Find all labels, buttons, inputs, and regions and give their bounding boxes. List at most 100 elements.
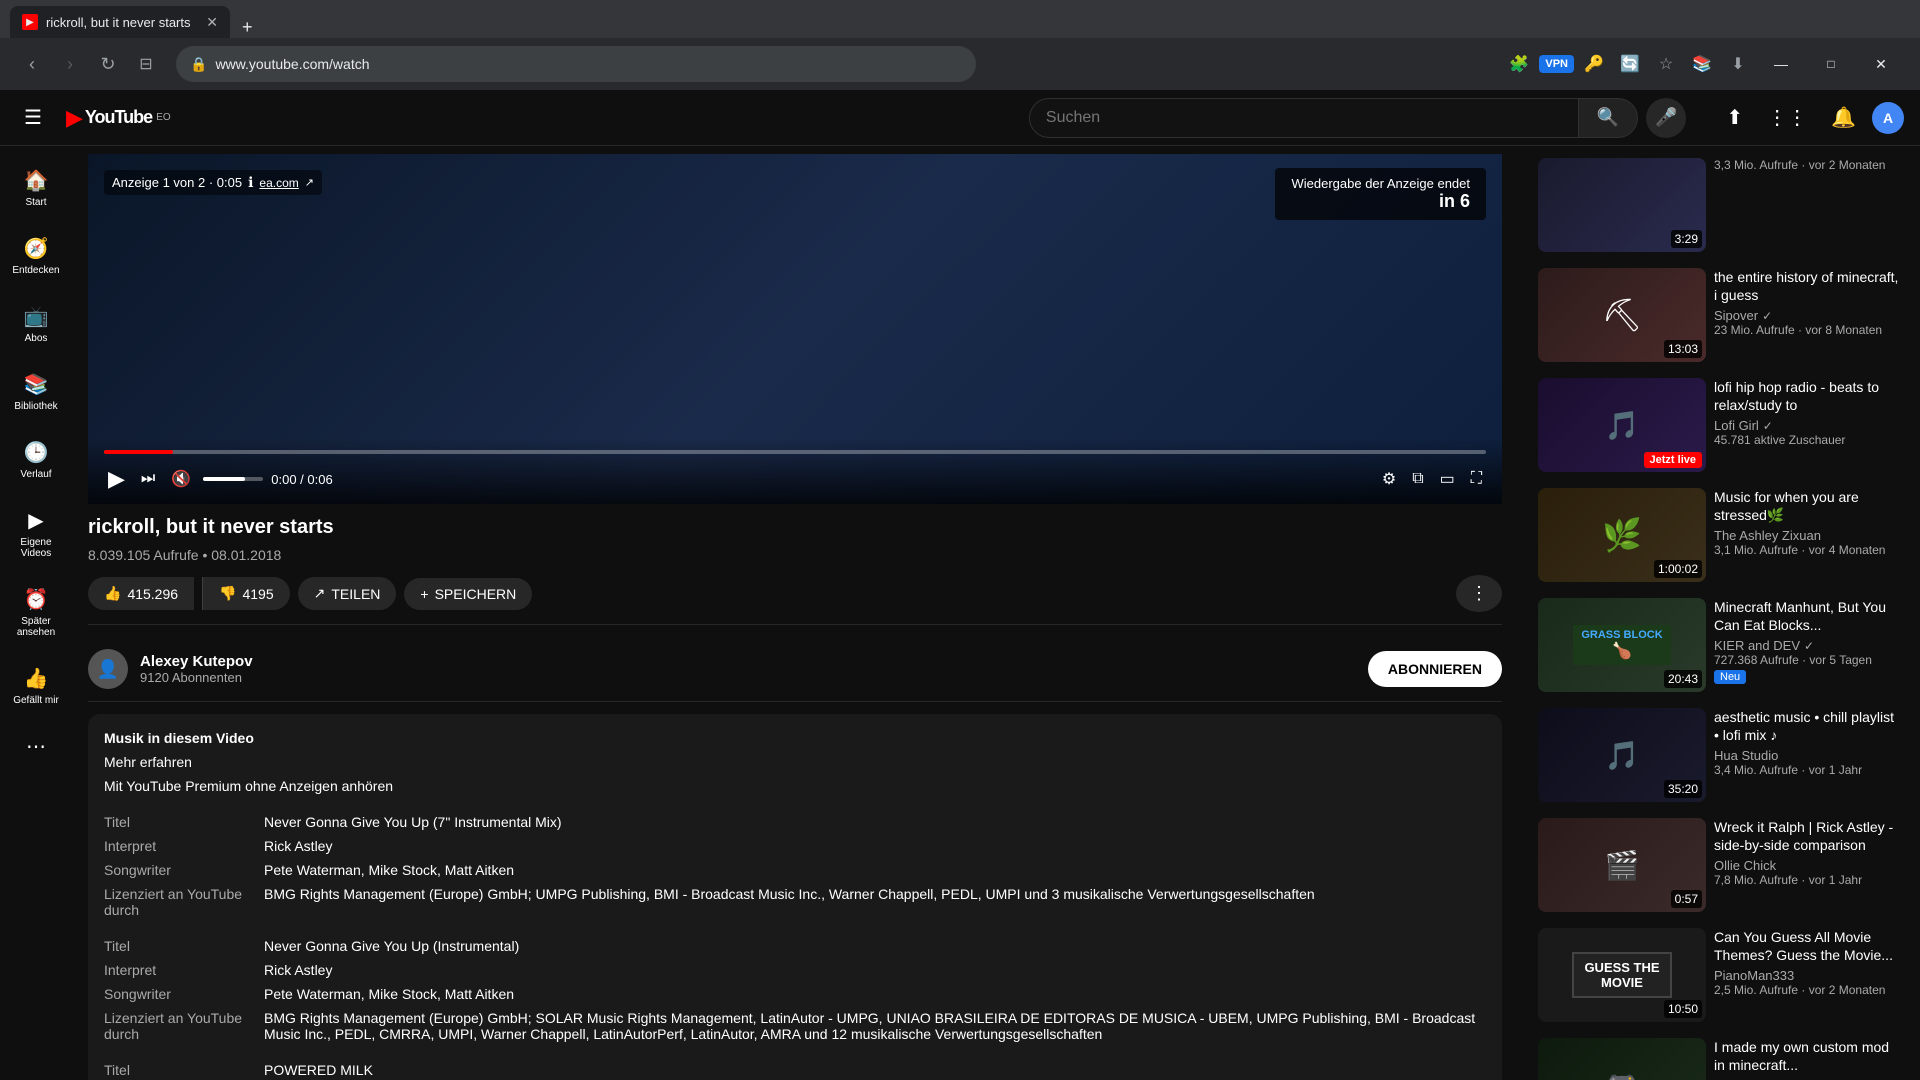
sidebar-item-library[interactable]: 📚 Bibliothek <box>0 358 72 426</box>
bookmark-manager-button[interactable]: 📚 <box>1686 48 1718 80</box>
rec-item-8[interactable]: 🎮 11:48 I made my own custom mod in mine… <box>1534 1034 1904 1080</box>
upload-button[interactable]: ⬆ <box>1718 97 1751 138</box>
watch-later-label: Später ansehen <box>4 616 68 638</box>
mute-button[interactable]: 🔇 <box>167 465 195 493</box>
watch-later-icon: ⏰ <box>24 587 49 612</box>
sidebar-item-watch-later[interactable]: ⏰ Später ansehen <box>0 573 72 652</box>
rec-item-3[interactable]: 🌿 1:00:02 Music for when you are stresse… <box>1534 484 1904 586</box>
sidebar-item-history[interactable]: 🕒 Verlauf <box>0 426 72 494</box>
hamburger-menu-button[interactable]: ☰ <box>16 97 50 138</box>
music-value-artist-1: Rick Astley <box>264 834 1486 858</box>
sidebar-item-explore[interactable]: 🧭 Entdecken <box>0 222 72 290</box>
close-window-button[interactable]: ✕ <box>1858 48 1904 80</box>
music-value-titel-1: Never Gonna Give You Up (7" Instrumental… <box>264 810 1486 834</box>
channel-subscribers: 9120 Abonnenten <box>140 670 1356 685</box>
theater-button[interactable]: ▭ <box>1436 465 1459 493</box>
progress-bar[interactable] <box>104 450 1486 454</box>
music-label-titel-2: Titel <box>104 934 264 958</box>
ad-source[interactable]: ea.com <box>259 176 298 190</box>
volume-slider[interactable] <box>203 477 263 481</box>
sidebar-item-videos[interactable]: ▶ Eigene Videos <box>0 494 72 573</box>
channel-name[interactable]: Alexey Kutepov <box>140 653 1356 670</box>
sidebar-item-more[interactable]: ⋯ <box>0 720 72 773</box>
ad-notice: Anzeige 1 von 2 · 0:05 ℹ ea.com ↗ <box>104 170 322 195</box>
music-label-titel-3: Titel <box>104 1058 264 1080</box>
minimize-button[interactable]: — <box>1758 48 1804 80</box>
subscriptions-icon: 📺 <box>24 304 49 329</box>
active-tab[interactable]: ▶ rickroll, but it never starts ✕ <box>10 6 230 38</box>
search-button[interactable]: 🔍 <box>1579 98 1638 138</box>
left-sidebar: 🏠 Start 🧭 Entdecken 📺 Abos 📚 Bibliothek … <box>0 146 72 1080</box>
sidebar-item-liked[interactable]: 👍 Gefällt mir <box>0 652 72 720</box>
rec-item-4[interactable]: GRASS BLOCK🍗 20:43 Minecraft Manhunt, Bu… <box>1534 594 1904 696</box>
rec-item-5[interactable]: 🎵 35:20 aesthetic music • chill playlist… <box>1534 704 1904 806</box>
rec-duration-3: 1:00:02 <box>1654 560 1702 578</box>
music-row-license-1: Lizenziert an YouTube durch BMG Rights M… <box>104 882 1486 922</box>
avatar-icon: 👤 <box>97 659 119 680</box>
apps-grid-button[interactable]: ⋮⋮ <box>1759 97 1815 138</box>
rec-thumbnail-8: 🎮 11:48 <box>1538 1038 1706 1080</box>
sidebar-item-home[interactable]: 🏠 Start <box>0 154 72 222</box>
channel-avatar[interactable]: 👤 <box>88 649 128 689</box>
reload-button[interactable]: ↻ <box>92 48 124 80</box>
forward-button[interactable]: › <box>54 48 86 80</box>
play-button[interactable]: ▶ <box>104 462 129 496</box>
rec-item-7[interactable]: GUESS THEMOVIE 10:50 Can You Guess All M… <box>1534 924 1904 1026</box>
rec-title-3: Music for when you are stressed🌿 <box>1714 488 1900 524</box>
back-button[interactable]: ‹ <box>16 48 48 80</box>
search-input[interactable] <box>1029 98 1579 138</box>
rec-item-1[interactable]: ⛏ 13:03 the entire history of minecraft,… <box>1534 264 1904 366</box>
close-tab-icon[interactable]: ✕ <box>206 14 218 31</box>
thumbs-down-icon: 👎 <box>219 585 236 602</box>
liked-label: Gefällt mir <box>13 695 59 706</box>
save-button[interactable]: + SPEICHERN <box>404 578 532 610</box>
rec-item-2[interactable]: 🎵 Jetzt live lofi hip hop radio - beats … <box>1534 374 1904 476</box>
download-button[interactable]: ⬇ <box>1722 48 1754 80</box>
like-button[interactable]: 👍 415.296 <box>88 577 194 610</box>
home-button[interactable]: ⊟ <box>130 48 162 80</box>
maximize-button[interactable]: □ <box>1808 48 1854 80</box>
password-button[interactable]: 🔑 <box>1578 48 1610 80</box>
video-actions: 👍 415.296 👎 4195 ↗ TEILEN + SPEICHERN <box>88 575 1502 625</box>
dislike-button[interactable]: 👎 4195 <box>202 577 290 610</box>
channel-details: Alexey Kutepov 9120 Abonnenten <box>140 653 1356 685</box>
bookmark-button[interactable]: ☆ <box>1650 48 1682 80</box>
rec-duration-0: 3:29 <box>1671 230 1702 248</box>
extensions-button[interactable]: 🧩 <box>1503 48 1535 80</box>
fullscreen-button[interactable]: ⛶ <box>1467 466 1486 492</box>
youtube-logo[interactable]: ▶ YouTube EO <box>66 105 171 131</box>
rec-channel-5: Hua Studio <box>1714 748 1900 763</box>
rec-new-badge-4: Neu <box>1714 670 1746 684</box>
notifications-button[interactable]: 🔔 <box>1823 97 1864 138</box>
share-button[interactable]: ↗ TEILEN <box>298 577 397 610</box>
info-icon[interactable]: ℹ <box>248 174 253 191</box>
rec-item-6[interactable]: 🎬 0:57 Wreck it Ralph | Rick Astley - si… <box>1534 814 1904 916</box>
yt-premium-notice[interactable]: Mit YouTube Premium ohne Anzeigen anhöre… <box>104 778 1486 794</box>
music-value-license-1: BMG Rights Management (Europe) GmbH; UMP… <box>264 882 1486 922</box>
rec-meta-only-0: 3,3 Mio. Aufrufe · vor 2 Monaten <box>1714 158 1900 172</box>
music-more-link[interactable]: Mehr erfahren <box>104 754 1486 770</box>
music-row-artist-1: Interpret Rick Astley <box>104 834 1486 858</box>
more-actions-button[interactable]: ⋮ <box>1456 575 1502 612</box>
rec-duration-1: 13:03 <box>1664 340 1702 358</box>
explore-label: Entdecken <box>12 265 59 276</box>
next-button[interactable]: ⏭ <box>137 466 159 492</box>
subscribe-button[interactable]: ABONNIEREN <box>1368 651 1502 687</box>
refresh-ext-button[interactable]: 🔄 <box>1614 48 1646 80</box>
rec-item-0[interactable]: 3:29 3,3 Mio. Aufrufe · vor 2 Monaten <box>1534 154 1904 256</box>
rec-meta-6: 7,8 Mio. Aufrufe · vor 1 Jahr <box>1714 873 1900 887</box>
settings-button[interactable]: ⚙ <box>1378 465 1400 493</box>
rec-thumbnail-4: GRASS BLOCK🍗 20:43 <box>1538 598 1706 692</box>
music-label-writer-1: Songwriter <box>104 858 264 882</box>
microphone-button[interactable]: 🎤 <box>1646 98 1686 138</box>
more-icon: ⋯ <box>26 734 46 759</box>
address-bar[interactable]: 🔒 www.youtube.com/watch <box>176 46 976 82</box>
new-tab-button[interactable]: + <box>232 17 263 38</box>
user-avatar[interactable]: A <box>1872 102 1904 134</box>
vpn-button[interactable]: VPN <box>1539 55 1574 73</box>
tab-bar: ▶ rickroll, but it never starts ✕ + <box>0 0 1920 38</box>
rec-thumbnail-3: 🌿 1:00:02 <box>1538 488 1706 582</box>
sidebar-item-subscriptions[interactable]: 📺 Abos <box>0 290 72 358</box>
music-section: Musik in diesem Video Mehr erfahren Mit … <box>88 714 1502 1080</box>
miniplayer-button[interactable]: ⧉ <box>1408 466 1427 492</box>
